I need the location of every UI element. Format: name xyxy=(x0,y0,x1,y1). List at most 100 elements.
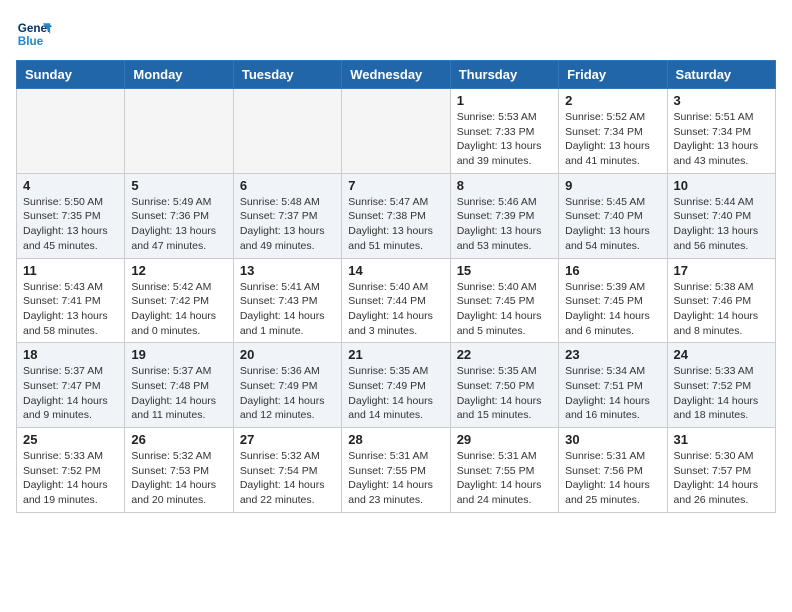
weekday-header-saturday: Saturday xyxy=(667,61,775,89)
day-number: 31 xyxy=(674,432,769,447)
day-number: 14 xyxy=(348,263,443,278)
day-detail: Sunrise: 5:33 AM Sunset: 7:52 PM Dayligh… xyxy=(23,449,118,508)
calendar-cell xyxy=(17,89,125,174)
day-number: 8 xyxy=(457,178,552,193)
page-header: General Blue xyxy=(16,16,776,52)
calendar-cell: 20 Sunrise: 5:36 AM Sunset: 7:49 PM Dayli… xyxy=(233,343,341,428)
day-number: 11 xyxy=(23,263,118,278)
day-number: 7 xyxy=(348,178,443,193)
calendar-cell: 22Sunrise: 5:35 AM Sunset: 7:50 PM Dayli… xyxy=(450,343,558,428)
day-detail: Sunrise: 5:37 AM Sunset: 7:48 PM Dayligh… xyxy=(131,364,226,423)
day-detail: Sunrise: 5:35 AM Sunset: 7:49 PM Dayligh… xyxy=(348,364,443,423)
day-detail: Sunrise: 5:43 AM Sunset: 7:41 PM Dayligh… xyxy=(23,280,118,339)
day-detail: Sunrise: 5:31 AM Sunset: 7:56 PM Dayligh… xyxy=(565,449,660,508)
day-number: 13 xyxy=(240,263,335,278)
day-detail: Sunrise: 5:31 AM Sunset: 7:55 PM Dayligh… xyxy=(348,449,443,508)
calendar-cell: 8 Sunrise: 5:46 AM Sunset: 7:39 PM Daylig… xyxy=(450,173,558,258)
day-number: 9 xyxy=(565,178,660,193)
day-detail: Sunrise: 5:40 AM Sunset: 7:44 PM Dayligh… xyxy=(348,280,443,339)
day-detail: Sunrise: 5:46 AM Sunset: 7:39 PM Dayligh… xyxy=(457,195,552,254)
calendar-week-row: 18Sunrise: 5:37 AM Sunset: 7:47 PM Dayli… xyxy=(17,343,776,428)
calendar-week-row: 25 Sunrise: 5:33 AM Sunset: 7:52 PM Dayli… xyxy=(17,428,776,513)
day-number: 10 xyxy=(674,178,769,193)
calendar-cell: 11 Sunrise: 5:43 AM Sunset: 7:41 PM Dayli… xyxy=(17,258,125,343)
day-detail: Sunrise: 5:47 AM Sunset: 7:38 PM Dayligh… xyxy=(348,195,443,254)
day-number: 23 xyxy=(565,347,660,362)
calendar-cell xyxy=(125,89,233,174)
weekday-header-monday: Monday xyxy=(125,61,233,89)
calendar-cell: 1Sunrise: 5:53 AM Sunset: 7:33 PM Daylig… xyxy=(450,89,558,174)
day-number: 20 xyxy=(240,347,335,362)
day-detail: Sunrise: 5:51 AM Sunset: 7:34 PM Dayligh… xyxy=(674,110,769,169)
day-number: 2 xyxy=(565,93,660,108)
calendar-cell: 17 Sunrise: 5:38 AM Sunset: 7:46 PM Dayli… xyxy=(667,258,775,343)
calendar-cell: 2 Sunrise: 5:52 AM Sunset: 7:34 PM Daylig… xyxy=(559,89,667,174)
day-number: 30 xyxy=(565,432,660,447)
day-detail: Sunrise: 5:38 AM Sunset: 7:46 PM Dayligh… xyxy=(674,280,769,339)
day-detail: Sunrise: 5:36 AM Sunset: 7:49 PM Dayligh… xyxy=(240,364,335,423)
calendar-cell: 28 Sunrise: 5:31 AM Sunset: 7:55 PM Dayli… xyxy=(342,428,450,513)
calendar-week-row: 1Sunrise: 5:53 AM Sunset: 7:33 PM Daylig… xyxy=(17,89,776,174)
calendar-cell: 14 Sunrise: 5:40 AM Sunset: 7:44 PM Dayli… xyxy=(342,258,450,343)
day-number: 21 xyxy=(348,347,443,362)
calendar-cell: 26Sunrise: 5:32 AM Sunset: 7:53 PM Dayli… xyxy=(125,428,233,513)
calendar-cell: 23Sunrise: 5:34 AM Sunset: 7:51 PM Dayli… xyxy=(559,343,667,428)
day-detail: Sunrise: 5:32 AM Sunset: 7:53 PM Dayligh… xyxy=(131,449,226,508)
calendar-cell: 31Sunrise: 5:30 AM Sunset: 7:57 PM Dayli… xyxy=(667,428,775,513)
calendar-cell: 30 Sunrise: 5:31 AM Sunset: 7:56 PM Dayli… xyxy=(559,428,667,513)
calendar-cell: 9 Sunrise: 5:45 AM Sunset: 7:40 PM Daylig… xyxy=(559,173,667,258)
day-number: 24 xyxy=(674,347,769,362)
calendar-cell: 19Sunrise: 5:37 AM Sunset: 7:48 PM Dayli… xyxy=(125,343,233,428)
calendar-cell: 29 Sunrise: 5:31 AM Sunset: 7:55 PM Dayli… xyxy=(450,428,558,513)
day-number: 15 xyxy=(457,263,552,278)
day-number: 28 xyxy=(348,432,443,447)
calendar-cell: 12 Sunrise: 5:42 AM Sunset: 7:42 PM Dayli… xyxy=(125,258,233,343)
day-number: 1 xyxy=(457,93,552,108)
logo-icon: General Blue xyxy=(16,16,52,52)
day-detail: Sunrise: 5:40 AM Sunset: 7:45 PM Dayligh… xyxy=(457,280,552,339)
day-number: 6 xyxy=(240,178,335,193)
day-detail: Sunrise: 5:41 AM Sunset: 7:43 PM Dayligh… xyxy=(240,280,335,339)
calendar-cell: 10 Sunrise: 5:44 AM Sunset: 7:40 PM Dayli… xyxy=(667,173,775,258)
calendar-cell: 5Sunrise: 5:49 AM Sunset: 7:36 PM Daylig… xyxy=(125,173,233,258)
calendar-header-row: SundayMondayTuesdayWednesdayThursdayFrid… xyxy=(17,61,776,89)
calendar-week-row: 11 Sunrise: 5:43 AM Sunset: 7:41 PM Dayli… xyxy=(17,258,776,343)
calendar-cell: 21 Sunrise: 5:35 AM Sunset: 7:49 PM Dayli… xyxy=(342,343,450,428)
day-number: 25 xyxy=(23,432,118,447)
day-number: 29 xyxy=(457,432,552,447)
calendar-cell xyxy=(233,89,341,174)
day-detail: Sunrise: 5:44 AM Sunset: 7:40 PM Dayligh… xyxy=(674,195,769,254)
calendar-cell: 16Sunrise: 5:39 AM Sunset: 7:45 PM Dayli… xyxy=(559,258,667,343)
svg-text:Blue: Blue xyxy=(18,35,44,48)
day-detail: Sunrise: 5:49 AM Sunset: 7:36 PM Dayligh… xyxy=(131,195,226,254)
weekday-header-thursday: Thursday xyxy=(450,61,558,89)
day-number: 3 xyxy=(674,93,769,108)
calendar-cell: 18Sunrise: 5:37 AM Sunset: 7:47 PM Dayli… xyxy=(17,343,125,428)
calendar-cell: 27Sunrise: 5:32 AM Sunset: 7:54 PM Dayli… xyxy=(233,428,341,513)
weekday-header-sunday: Sunday xyxy=(17,61,125,89)
day-detail: Sunrise: 5:45 AM Sunset: 7:40 PM Dayligh… xyxy=(565,195,660,254)
calendar-cell xyxy=(342,89,450,174)
day-detail: Sunrise: 5:52 AM Sunset: 7:34 PM Dayligh… xyxy=(565,110,660,169)
day-number: 4 xyxy=(23,178,118,193)
weekday-header-wednesday: Wednesday xyxy=(342,61,450,89)
logo: General Blue xyxy=(16,16,52,52)
calendar-cell: 15 Sunrise: 5:40 AM Sunset: 7:45 PM Dayli… xyxy=(450,258,558,343)
weekday-header-tuesday: Tuesday xyxy=(233,61,341,89)
calendar-cell: 7 Sunrise: 5:47 AM Sunset: 7:38 PM Daylig… xyxy=(342,173,450,258)
day-detail: Sunrise: 5:39 AM Sunset: 7:45 PM Dayligh… xyxy=(565,280,660,339)
day-number: 12 xyxy=(131,263,226,278)
calendar-cell: 24 Sunrise: 5:33 AM Sunset: 7:52 PM Dayli… xyxy=(667,343,775,428)
calendar-cell: 6 Sunrise: 5:48 AM Sunset: 7:37 PM Daylig… xyxy=(233,173,341,258)
day-detail: Sunrise: 5:42 AM Sunset: 7:42 PM Dayligh… xyxy=(131,280,226,339)
calendar-cell: 3 Sunrise: 5:51 AM Sunset: 7:34 PM Daylig… xyxy=(667,89,775,174)
day-detail: Sunrise: 5:48 AM Sunset: 7:37 PM Dayligh… xyxy=(240,195,335,254)
calendar-table: SundayMondayTuesdayWednesdayThursdayFrid… xyxy=(16,60,776,513)
day-number: 17 xyxy=(674,263,769,278)
calendar-week-row: 4 Sunrise: 5:50 AM Sunset: 7:35 PM Daylig… xyxy=(17,173,776,258)
day-detail: Sunrise: 5:33 AM Sunset: 7:52 PM Dayligh… xyxy=(674,364,769,423)
calendar-cell: 4 Sunrise: 5:50 AM Sunset: 7:35 PM Daylig… xyxy=(17,173,125,258)
day-detail: Sunrise: 5:31 AM Sunset: 7:55 PM Dayligh… xyxy=(457,449,552,508)
day-detail: Sunrise: 5:50 AM Sunset: 7:35 PM Dayligh… xyxy=(23,195,118,254)
day-detail: Sunrise: 5:35 AM Sunset: 7:50 PM Dayligh… xyxy=(457,364,552,423)
